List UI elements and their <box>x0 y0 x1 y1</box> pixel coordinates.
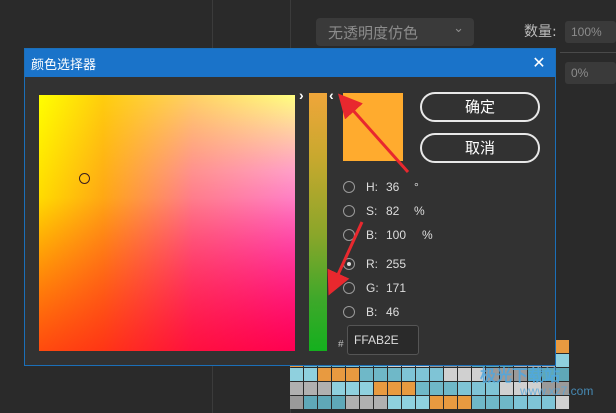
palette-swatch[interactable] <box>374 382 387 395</box>
dialog-title: 颜色选择器 <box>31 57 97 73</box>
palette-swatch[interactable] <box>430 396 443 409</box>
color-picker-marker[interactable] <box>79 173 90 184</box>
color-picker-dialog: 颜色选择器 ✕ › ‹ 确定 取消 H: 36 ° S: 82 % B: 100… <box>24 48 556 366</box>
palette-swatch[interactable] <box>416 396 429 409</box>
green-radio[interactable] <box>343 282 355 294</box>
palette-swatch[interactable] <box>360 382 373 395</box>
hue-label: H: <box>366 180 378 194</box>
quantity-label: 数量: <box>524 24 557 40</box>
palette-swatch[interactable] <box>444 368 457 381</box>
red-row[interactable]: R: 255 <box>343 255 420 273</box>
palette-swatch[interactable] <box>360 368 373 381</box>
brightness-row[interactable]: B: 100 % <box>343 226 433 244</box>
palette-swatch[interactable] <box>332 382 345 395</box>
palette-swatch[interactable] <box>388 396 401 409</box>
palette-swatch[interactable] <box>402 396 415 409</box>
chevron-down-icon: ⌄ <box>453 21 464 36</box>
palette-swatch[interactable] <box>388 382 401 395</box>
sv-gradient-shade <box>39 95 295 351</box>
palette-swatch[interactable] <box>360 396 373 409</box>
saturation-row[interactable]: S: 82 % <box>343 202 425 220</box>
blue-row[interactable]: B: 46 <box>343 303 420 321</box>
dither-dropdown[interactable]: 无透明度仿色 ⌄ <box>316 18 474 46</box>
palette-swatch[interactable] <box>416 382 429 395</box>
palette-swatch[interactable] <box>290 368 303 381</box>
palette-swatch[interactable] <box>458 382 471 395</box>
sv-gradient <box>39 95 295 351</box>
color-preview-swatch <box>343 93 403 161</box>
slider-left-arrow-icon[interactable]: › <box>299 87 304 103</box>
palette-swatch[interactable] <box>290 396 303 409</box>
dialog-titlebar[interactable]: 颜色选择器 ✕ <box>25 49 555 77</box>
blue-label: B: <box>366 305 378 319</box>
palette-swatch[interactable] <box>332 368 345 381</box>
red-radio[interactable] <box>343 258 355 270</box>
green-row[interactable]: G: 171 <box>343 279 420 297</box>
saturation-value[interactable]: 82 <box>386 204 410 218</box>
secondary-field[interactable]: 0% <box>565 62 616 84</box>
palette-swatch[interactable] <box>304 368 317 381</box>
cancel-button[interactable]: 取消 <box>420 133 540 163</box>
palette-swatch[interactable] <box>486 396 499 409</box>
palette-swatch[interactable] <box>346 368 359 381</box>
palette-swatch[interactable] <box>374 368 387 381</box>
palette-swatch[interactable] <box>332 396 345 409</box>
ok-button[interactable]: 确定 <box>420 92 540 122</box>
palette-swatch[interactable] <box>458 368 471 381</box>
hex-hash-label: # <box>338 339 344 350</box>
palette-swatch[interactable] <box>444 382 457 395</box>
palette-swatch[interactable] <box>374 396 387 409</box>
hue-row[interactable]: H: 36 ° <box>343 178 419 196</box>
palette-swatch[interactable] <box>402 368 415 381</box>
hue-unit: ° <box>414 180 419 194</box>
palette-swatch[interactable] <box>430 382 443 395</box>
bg-divider <box>560 52 616 53</box>
color-slider-strip[interactable] <box>309 93 327 351</box>
palette-swatch[interactable] <box>472 396 485 409</box>
watermark-url: www.xz7.com <box>520 384 594 398</box>
quantity-field[interactable]: 100% <box>565 21 616 43</box>
palette-swatch[interactable] <box>402 382 415 395</box>
palette-swatch[interactable] <box>318 396 331 409</box>
dither-dropdown-value: 无透明度仿色 <box>328 24 419 42</box>
palette-swatch[interactable] <box>388 368 401 381</box>
hex-color-input[interactable]: FFAB2E <box>347 325 419 355</box>
palette-swatch[interactable] <box>304 396 317 409</box>
hue-value[interactable]: 36 <box>386 180 410 194</box>
palette-swatch[interactable] <box>458 396 471 409</box>
palette-swatch[interactable] <box>346 382 359 395</box>
brightness-unit: % <box>422 228 433 242</box>
palette-swatch[interactable] <box>346 396 359 409</box>
red-label: R: <box>366 257 378 271</box>
palette-swatch[interactable] <box>416 368 429 381</box>
red-value[interactable]: 255 <box>386 257 420 271</box>
green-label: G: <box>366 281 379 295</box>
palette-swatch[interactable] <box>318 382 331 395</box>
palette-swatch[interactable] <box>556 340 569 353</box>
palette-swatch[interactable] <box>318 368 331 381</box>
close-icon[interactable]: ✕ <box>529 53 549 73</box>
brightness-radio[interactable] <box>343 229 355 241</box>
blue-radio[interactable] <box>343 306 355 318</box>
palette-swatch[interactable] <box>444 396 457 409</box>
hue-radio[interactable] <box>343 181 355 193</box>
palette-swatch[interactable] <box>304 382 317 395</box>
saturation-label: S: <box>366 204 378 218</box>
blue-value[interactable]: 46 <box>386 305 420 319</box>
brightness-label: B: <box>366 228 378 242</box>
brightness-value[interactable]: 100 <box>386 228 418 242</box>
palette-swatch[interactable] <box>290 382 303 395</box>
saturation-radio[interactable] <box>343 205 355 217</box>
palette-swatch[interactable] <box>430 368 443 381</box>
saturation-unit: % <box>414 204 425 218</box>
green-value[interactable]: 171 <box>386 281 420 295</box>
slider-right-arrow-icon[interactable]: ‹ <box>329 87 334 103</box>
saturation-brightness-field[interactable] <box>39 95 295 351</box>
palette-swatch[interactable] <box>500 396 513 409</box>
